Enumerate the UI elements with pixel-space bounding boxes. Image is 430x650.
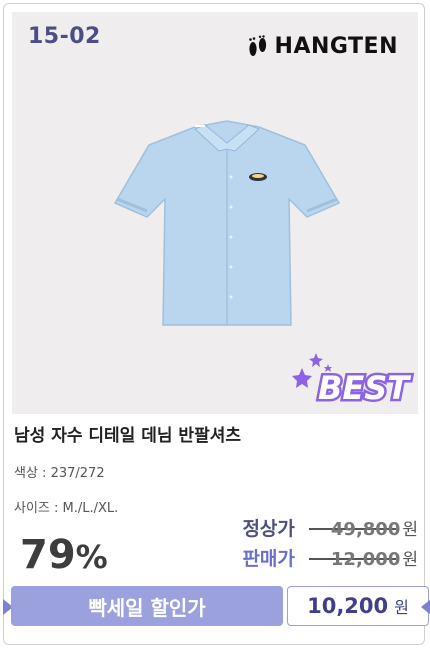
size-info: 사이즈 : M./L./XL.: [14, 497, 118, 516]
size-label: 사이즈 :: [14, 501, 63, 516]
regular-price-row: 정상가 49,800 원: [242, 514, 418, 541]
arrow-right-icon: [421, 599, 430, 615]
color-info: 색상 : 237/272: [14, 462, 105, 481]
best-badge: BEST: [292, 353, 414, 410]
sale-price-value: 12,000: [330, 549, 401, 570]
product-code: 15-02: [28, 24, 101, 49]
brand-logo: HANGTEN: [247, 34, 398, 59]
shirt-image: [113, 120, 341, 326]
product-image[interactable]: 15-02 HANGTEN BEST: [12, 12, 418, 414]
discount-unit: %: [75, 538, 108, 576]
final-price-currency: 원: [394, 598, 409, 617]
final-price-value: 10,200: [307, 594, 389, 618]
discount-value: 79: [20, 532, 76, 578]
sale-price-row: 판매가 12,000 원: [242, 544, 418, 571]
sale-price-currency: 원: [402, 550, 418, 570]
best-badge-text: BEST: [318, 369, 411, 407]
color-value: 237/272: [50, 466, 105, 481]
promo-bar: 빡세일 할인가 10,200 원: [3, 586, 430, 628]
flash-sale-button[interactable]: 빡세일 할인가: [11, 586, 283, 626]
brand-name: HANGTEN: [274, 34, 398, 59]
product-title[interactable]: 남성 자수 디테일 데님 반팔셔츠: [14, 421, 241, 446]
size-value: M./L./XL.: [62, 501, 119, 516]
regular-price-value: 49,800: [330, 519, 401, 540]
regular-price-currency: 원: [402, 520, 418, 540]
color-label: 색상 :: [14, 466, 51, 481]
footprints-icon: [247, 34, 269, 59]
final-price-box[interactable]: 10,200 원: [287, 586, 429, 626]
regular-price-label: 정상가: [242, 518, 295, 540]
regular-price: 49,800 원: [308, 515, 418, 540]
sale-price: 12,000 원: [308, 545, 418, 570]
discount-rate: 79%: [20, 532, 108, 578]
sale-price-label: 판매가: [242, 548, 295, 570]
